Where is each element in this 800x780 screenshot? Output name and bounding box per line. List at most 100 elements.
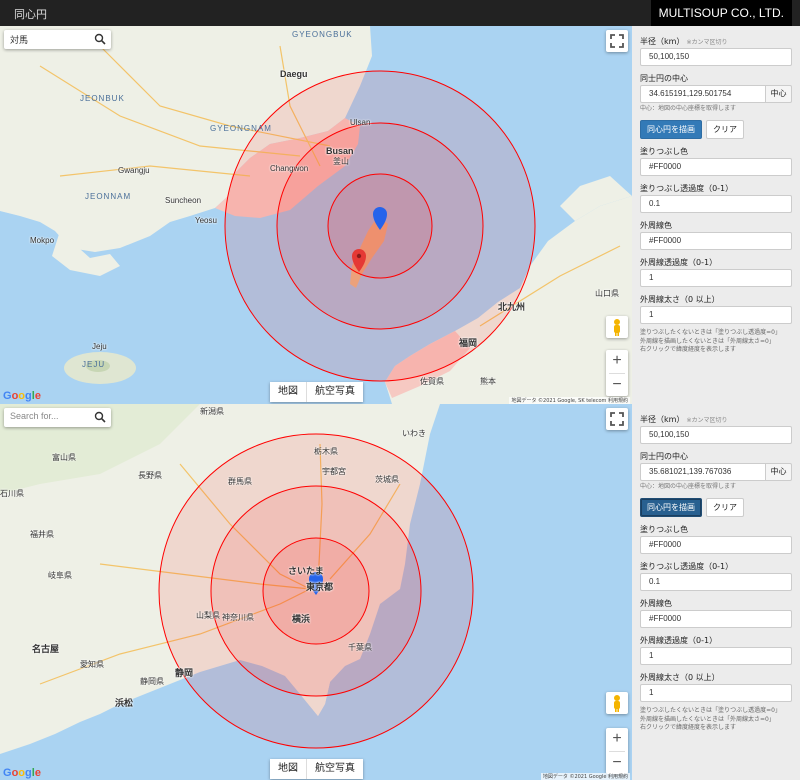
zoom-out-button[interactable]: − [606,374,628,396]
stroke-weight-input[interactable]: 1 [640,306,792,324]
map-label: Changwon [270,164,309,173]
draw-circles-button[interactable]: 同心円を描画 [640,120,702,139]
map-label: 石川県 [0,489,24,498]
top-navbar: 同心円 MULTISOUP CO., LTD. [0,0,800,26]
map-type-control: 地図 航空写真 [270,382,363,402]
map-label: 浜松 [115,698,134,708]
usage-notes: 塗りつぶしたくないときは「塗りつぶし透過度=0」 外周線を描画したくないときは「… [640,707,792,733]
stroke-opacity-input[interactable]: 1 [640,269,792,287]
map-label: GYEONGNAM [210,124,272,133]
google-logo: Google [3,767,41,779]
map-label: 静岡県 [140,677,164,686]
clear-button[interactable]: クリア [706,498,744,517]
fill-opacity-label: 塗りつぶし透過度（0-1） [640,184,734,193]
fill-color-label: 塗りつぶし色 [640,147,689,156]
clear-button[interactable]: クリア [706,120,744,139]
brand-link[interactable]: MULTISOUP CO., LTD. [650,0,792,26]
radius-label-text: 半径（km） [640,415,685,424]
map-search-box[interactable]: 対馬 [4,30,111,49]
map-label: 山口県 [595,289,619,298]
app-title[interactable]: 同心円 [14,6,47,22]
stroke-opacity-label: 外周線透過度（0-1） [640,636,718,645]
map-label: 釜山 [333,157,349,166]
google-logo: Google [3,390,41,402]
street-view-pegman-button[interactable] [606,316,628,338]
zoom-out-button[interactable]: − [606,752,628,774]
map-type-roadmap-button[interactable]: 地図 [270,382,306,402]
map-type-satellite-button[interactable]: 航空写真 [306,759,363,779]
center-input[interactable]: 35.681021,139.767036 [640,463,766,481]
fill-color-input[interactable]: #FF0000 [640,536,792,554]
fill-color-input[interactable]: #FF0000 [640,158,792,176]
note-line: 右クリックで緯度経度を表示します [640,724,737,731]
radius-label: 半径（km） ※カンマ区切り [640,414,792,426]
map-label: 福岡 [459,338,478,348]
search-icon[interactable] [94,411,106,423]
map-label: 栃木県 [314,447,338,456]
map-label: JEJU [82,360,106,369]
fullscreen-button[interactable] [606,30,628,52]
map-search-input[interactable]: Search for... [10,411,59,421]
map-label: さいたま [288,566,324,576]
settings-panel-2: 半径（km） ※カンマ区切り 50,100,150 同士円の中心 35.68102… [632,404,800,780]
stroke-weight-input[interactable]: 1 [640,684,792,702]
fill-color-label: 塗りつぶし色 [640,525,689,534]
stroke-color-input[interactable]: #FF0000 [640,232,792,250]
radius-input[interactable]: 50,100,150 [640,426,792,444]
map-attribution[interactable]: 地図データ ©2021 Google 利用規約 [540,773,630,780]
map-tsushima[interactable]: GYEONGBUK GYEONGNAM JEONBUK JEONNAM Daeg… [0,26,632,404]
stroke-color-label: 外周線色 [640,599,672,608]
map-label: Gwangju [118,166,150,175]
street-view-pegman-button[interactable] [606,692,628,714]
fullscreen-icon [610,34,624,48]
center-button[interactable]: 中心 [766,85,792,103]
map-label: 長野県 [138,471,162,480]
center-input[interactable]: 34.615191,129.501754 [640,85,766,103]
zoom-in-button[interactable]: + [606,728,628,750]
center-help: 中心：地図の中心座標を取得します [640,105,737,112]
stroke-opacity-input[interactable]: 1 [640,647,792,665]
center-button[interactable]: 中心 [766,463,792,481]
map-search-input[interactable]: 対馬 [10,33,28,46]
map-label: 山梨県 [196,611,220,620]
map-label: JEONBUK [80,94,125,103]
map-label: 熊本 [480,377,496,386]
search-icon[interactable] [94,33,106,45]
map-label: JEONNAM [85,192,132,201]
map-search-box[interactable]: Search for... [4,408,111,427]
map-label: 茨城県 [375,475,399,484]
map-tokyo[interactable]: 新潟県 いわき 栃木県 群馬県 茨城県 長野県 さいたま 東京都 横浜 千葉県 … [0,404,632,780]
fill-opacity-input[interactable]: 0.1 [640,573,792,591]
fullscreen-icon [610,412,624,426]
zoom-in-button[interactable]: + [606,350,628,372]
note-line: 外周線を描画したくないときは「外周線太さ=0」 [640,715,775,723]
map-type-control: 地図 航空写真 [270,759,363,779]
map-label: Yeosu [195,216,217,225]
map-label: GYEONGBUK [292,30,353,39]
center-input-group: 34.615191,129.501754 中心 [640,85,792,103]
map-type-satellite-button[interactable]: 航空写真 [306,382,363,402]
map-label: Daegu [280,69,308,79]
map-label: 横浜 [292,614,311,624]
map-attribution[interactable]: 地図データ ©2021 Google, SK telecom 利用規約 [509,397,630,404]
map-label: 富山県 [52,453,76,462]
map-label: 北九州 [498,302,526,312]
radius-input[interactable]: 50,100,150 [640,48,792,66]
radius-hint: ※カンマ区切り [686,39,728,46]
map-label: 福井県 [30,530,54,539]
zoom-control: + − [606,728,628,774]
stroke-weight-label: 外周線太さ（0 以上） [640,295,720,304]
map-label: Busan [326,146,354,156]
fill-opacity-input[interactable]: 0.1 [640,195,792,213]
map-label: 新潟県 [200,407,224,416]
map-label: Jeju [92,342,107,351]
stroke-color-input[interactable]: #FF0000 [640,610,792,628]
fullscreen-button[interactable] [606,408,628,430]
map-type-roadmap-button[interactable]: 地図 [270,759,306,779]
draw-circles-button[interactable]: 同心円を描画 [640,498,702,517]
map-label: 千葉県 [348,643,372,652]
radius-hint: ※カンマ区切り [686,417,728,424]
map-label: Ulsan [350,118,371,127]
map-label: 群馬県 [228,477,252,486]
map-label: 東京都 [306,582,334,592]
